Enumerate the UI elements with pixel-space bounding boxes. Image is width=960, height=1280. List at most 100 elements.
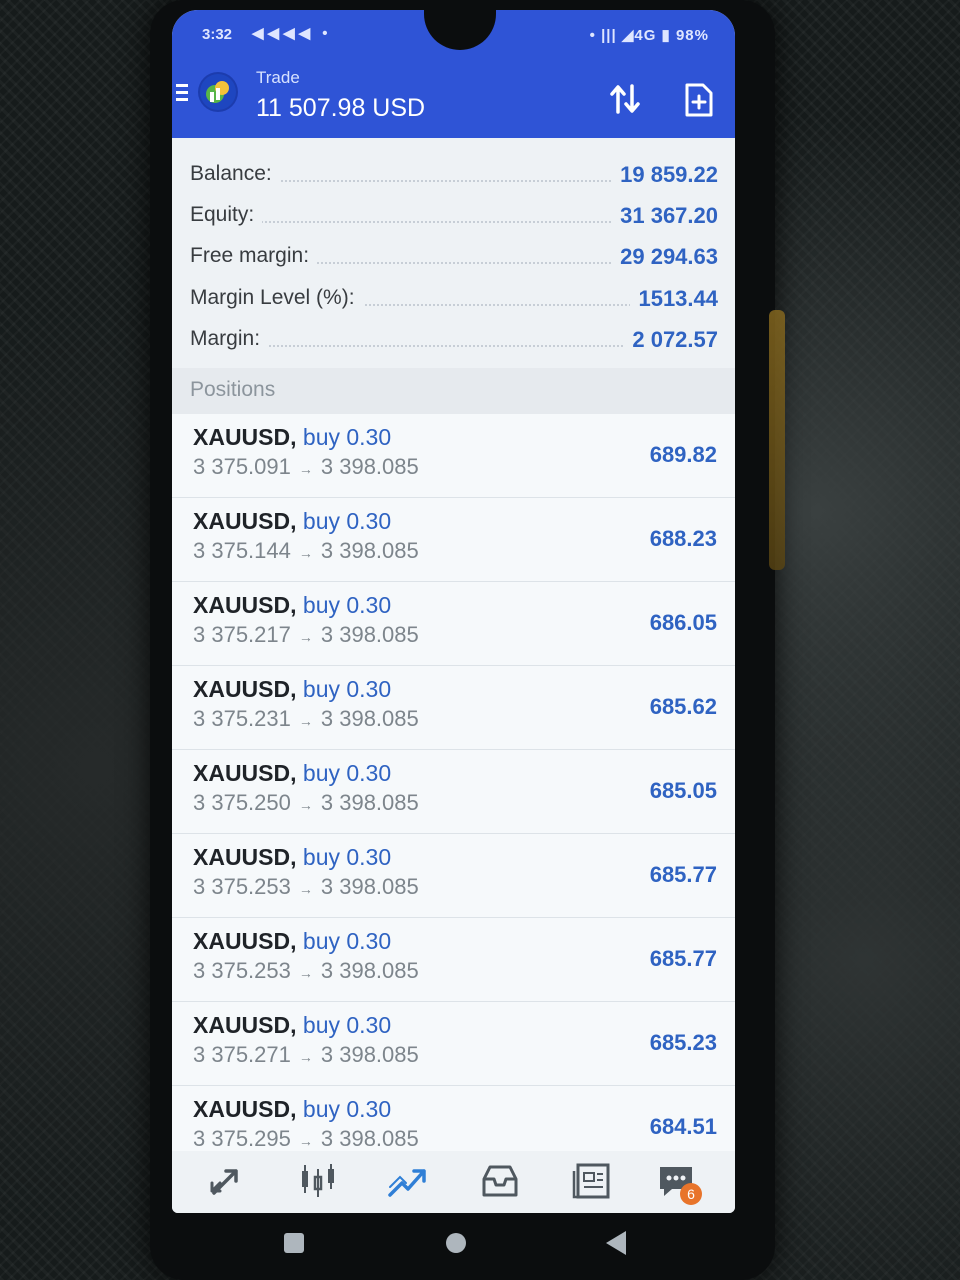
phone-case-edge bbox=[769, 310, 785, 570]
status-time: 3:32 bbox=[202, 26, 233, 43]
notification-icons: ◀◀◀◀ • bbox=[252, 25, 332, 42]
position-prices: 3 375.217 → 3 398.085 bbox=[193, 622, 419, 648]
free-margin-value: 29 294.63 bbox=[612, 244, 718, 270]
current-price: 3 398.085 bbox=[320, 706, 419, 731]
position-profit: 685.77 bbox=[649, 946, 717, 971]
page-title: Trade bbox=[256, 68, 300, 87]
recent-apps-button[interactable] bbox=[284, 1233, 304, 1253]
position-direction: buy 0.30 bbox=[302, 1096, 392, 1122]
bottom-navigation: 6 bbox=[172, 1151, 735, 1213]
position-symbol: XAUUSD, bbox=[193, 508, 297, 534]
back-button[interactable] bbox=[606, 1231, 626, 1255]
position-direction: buy 0.30 bbox=[302, 424, 392, 450]
current-price: 3 398.085 bbox=[320, 790, 419, 815]
position-prices: 3 375.253 → 3 398.085 bbox=[193, 874, 419, 900]
quotes-icon[interactable] bbox=[206, 1161, 250, 1201]
position-row[interactable]: XAUUSD, buy 0.30 3 375.253 → 3 398.085 685.7… bbox=[172, 918, 735, 1002]
phone-screen: 3:32 ◀◀◀◀ • • ||| ◢4G ▮ 98% Trade 11 507… bbox=[172, 10, 735, 1213]
position-symbol: XAUUSD, bbox=[193, 760, 297, 786]
open-price: 3 375.253 bbox=[193, 874, 291, 899]
position-profit: 685.62 bbox=[649, 694, 717, 719]
position-prices: 3 375.231 → 3 398.085 bbox=[193, 706, 419, 732]
open-price: 3 375.091 bbox=[193, 454, 291, 479]
position-row[interactable]: XAUUSD, buy 0.30 3 375.217 → 3 398.085 686.0… bbox=[172, 582, 735, 666]
position-prices: 3 375.295 → 3 398.085 bbox=[193, 1126, 419, 1152]
position-row[interactable]: XAUUSD, buy 0.30 3 375.144 → 3 398.085 688.2… bbox=[172, 498, 735, 582]
position-prices: 3 375.253 → 3 398.085 bbox=[193, 958, 419, 984]
position-symbol: XAUUSD, bbox=[193, 1096, 297, 1122]
positions-header-label: Positions bbox=[190, 378, 276, 401]
margin-level-label: Margin Level (%): bbox=[190, 286, 363, 310]
current-price: 3 398.085 bbox=[320, 1126, 419, 1151]
margin-level-value: 1513.44 bbox=[630, 286, 718, 312]
free-margin-label: Free margin: bbox=[190, 244, 318, 268]
system-status-icons: • ||| ◢4G ▮ 98% bbox=[589, 27, 709, 44]
arrow-right-icon: → bbox=[298, 881, 313, 897]
current-price: 3 398.085 bbox=[320, 622, 419, 647]
margin-row: Margin: 2 072.57 bbox=[190, 321, 718, 355]
chat-unread-badge: 6 bbox=[680, 1183, 702, 1205]
position-title: XAUUSD, buy 0.30 bbox=[193, 1012, 391, 1039]
position-row[interactable]: XAUUSD, buy 0.30 3 375.250 → 3 398.085 685.0… bbox=[172, 750, 735, 834]
position-direction: buy 0.30 bbox=[302, 676, 392, 702]
position-title: XAUUSD, buy 0.30 bbox=[193, 760, 391, 787]
position-symbol: XAUUSD, bbox=[193, 928, 297, 954]
position-direction: buy 0.30 bbox=[302, 1012, 392, 1038]
current-price: 3 398.085 bbox=[320, 454, 419, 479]
balance-row: Balance: 19 859.22 bbox=[190, 156, 718, 190]
position-direction: buy 0.30 bbox=[302, 844, 392, 870]
current-price: 3 398.085 bbox=[320, 958, 419, 983]
equity-row: Equity: 31 367.20 bbox=[190, 197, 718, 231]
margin-value: 2 072.57 bbox=[624, 327, 718, 353]
chart-icon[interactable] bbox=[296, 1161, 340, 1201]
open-price: 3 375.217 bbox=[193, 622, 291, 647]
balance-value: 19 859.22 bbox=[612, 162, 718, 188]
equity-value: 31 367.20 bbox=[612, 203, 718, 229]
position-profit: 684.51 bbox=[649, 1114, 717, 1139]
current-price: 3 398.085 bbox=[320, 1042, 419, 1067]
positions-list: XAUUSD, buy 0.30 3 375.091 → 3 398.085 689.8… bbox=[172, 414, 735, 1170]
open-price: 3 375.253 bbox=[193, 958, 291, 983]
equity-label: Equity: bbox=[190, 203, 263, 227]
position-direction: buy 0.30 bbox=[302, 592, 392, 618]
position-title: XAUUSD, buy 0.30 bbox=[193, 844, 391, 871]
system-navigation-bar bbox=[172, 1215, 735, 1275]
position-title: XAUUSD, buy 0.30 bbox=[193, 592, 391, 619]
position-profit: 685.77 bbox=[649, 862, 717, 887]
home-button[interactable] bbox=[446, 1233, 466, 1253]
arrow-right-icon: → bbox=[298, 797, 313, 813]
chat-icon[interactable]: 6 bbox=[654, 1161, 702, 1205]
trade-icon[interactable] bbox=[386, 1161, 430, 1201]
position-profit: 685.23 bbox=[649, 1030, 717, 1055]
news-icon[interactable] bbox=[570, 1161, 614, 1201]
arrow-right-icon: → bbox=[298, 629, 313, 645]
metatrader-logo-icon bbox=[198, 72, 238, 112]
position-title: XAUUSD, buy 0.30 bbox=[193, 424, 391, 451]
header-balance: 11 507.98 USD bbox=[256, 94, 426, 122]
position-profit: 689.82 bbox=[649, 442, 717, 467]
position-title: XAUUSD, buy 0.30 bbox=[193, 676, 391, 703]
sort-icon[interactable] bbox=[608, 82, 642, 116]
position-title: XAUUSD, buy 0.30 bbox=[193, 928, 391, 955]
position-direction: buy 0.30 bbox=[302, 928, 392, 954]
position-row[interactable]: XAUUSD, buy 0.30 3 375.271 → 3 398.085 685.2… bbox=[172, 1002, 735, 1086]
position-title: XAUUSD, buy 0.30 bbox=[193, 1096, 391, 1123]
position-symbol: XAUUSD, bbox=[193, 592, 297, 618]
positions-section-header: Positions bbox=[172, 368, 735, 414]
arrow-right-icon: → bbox=[298, 1133, 313, 1149]
open-price: 3 375.250 bbox=[193, 790, 291, 815]
position-row[interactable]: XAUUSD, buy 0.30 3 375.231 → 3 398.085 685.6… bbox=[172, 666, 735, 750]
open-price: 3 375.271 bbox=[193, 1042, 291, 1067]
position-row[interactable]: XAUUSD, buy 0.30 3 375.253 → 3 398.085 685.7… bbox=[172, 834, 735, 918]
arrow-right-icon: → bbox=[298, 965, 313, 981]
arrow-right-icon: → bbox=[298, 545, 313, 561]
position-prices: 3 375.144 → 3 398.085 bbox=[193, 538, 419, 564]
arrow-right-icon: → bbox=[298, 461, 313, 477]
free-margin-row: Free margin: 29 294.63 bbox=[190, 238, 718, 272]
account-summary: Balance: 19 859.22 Equity: 31 367.20 Fre… bbox=[172, 138, 735, 368]
position-row[interactable]: XAUUSD, buy 0.30 3 375.091 → 3 398.085 689.8… bbox=[172, 414, 735, 498]
menu-icon[interactable] bbox=[176, 84, 188, 102]
new-order-icon[interactable] bbox=[684, 82, 714, 118]
history-icon[interactable] bbox=[478, 1161, 522, 1201]
current-price: 3 398.085 bbox=[320, 538, 419, 563]
